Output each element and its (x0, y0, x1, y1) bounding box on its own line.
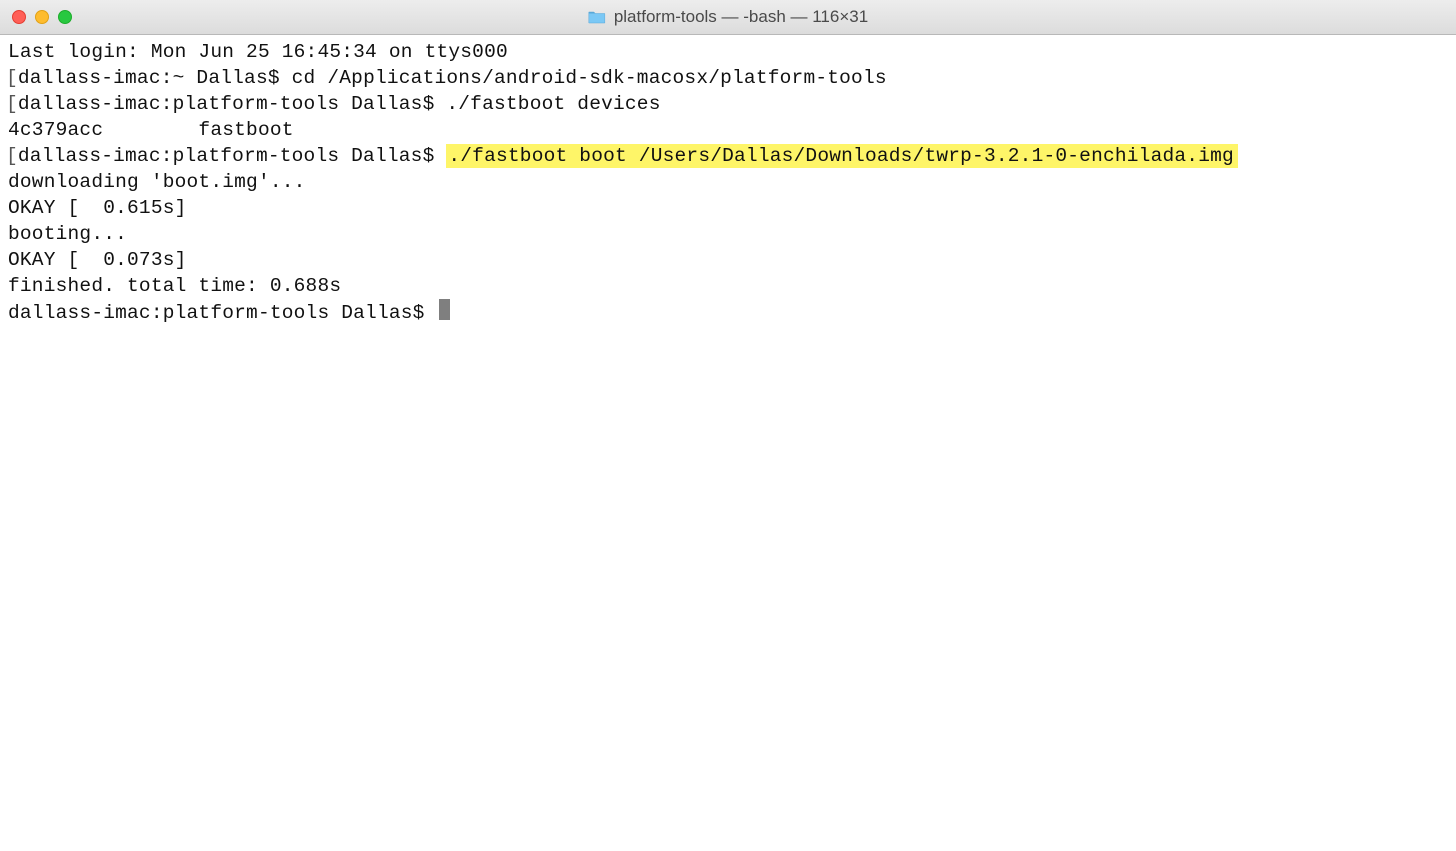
folder-icon (588, 10, 606, 24)
terminal-line: booting... (8, 221, 1448, 247)
window-title: platform-tools — -bash — 116×31 (588, 7, 868, 27)
cursor (439, 299, 450, 320)
close-button[interactable] (12, 10, 26, 24)
command: cd /Applications/android-sdk-macosx/plat… (292, 67, 887, 89)
prompt: dallass-imac:platform-tools Dallas$ (18, 145, 446, 167)
terminal-line: Last login: Mon Jun 25 16:45:34 on ttys0… (8, 39, 1448, 65)
window-titlebar: platform-tools — -bash — 116×31 (0, 0, 1456, 35)
terminal-line: dallass-imac:platform-tools Dallas$ ./fa… (8, 143, 1448, 169)
terminal-line: downloading 'boot.img'... (8, 169, 1448, 195)
traffic-lights (12, 10, 72, 24)
prompt: dallass-imac:~ Dallas$ (18, 67, 292, 89)
terminal-line: OKAY [ 0.615s] (8, 195, 1448, 221)
window-title-text: platform-tools — -bash — 116×31 (614, 7, 868, 27)
terminal-line: dallass-imac:platform-tools Dallas$ ./fa… (8, 91, 1448, 117)
highlighted-command: ./fastboot boot /Users/Dallas/Downloads/… (446, 144, 1238, 168)
maximize-button[interactable] (58, 10, 72, 24)
prompt: dallass-imac:platform-tools Dallas$ (8, 302, 436, 324)
terminal-line: OKAY [ 0.073s] (8, 247, 1448, 273)
command: ./fastboot devices (446, 93, 660, 115)
terminal-line: dallass-imac:~ Dallas$ cd /Applications/… (8, 65, 1448, 91)
prompt: dallass-imac:platform-tools Dallas$ (18, 93, 446, 115)
terminal-line: finished. total time: 0.688s (8, 273, 1448, 299)
terminal-content[interactable]: Last login: Mon Jun 25 16:45:34 on ttys0… (0, 35, 1456, 330)
terminal-line: 4c379acc fastboot (8, 117, 1448, 143)
terminal-line: dallass-imac:platform-tools Dallas$ (8, 299, 1448, 326)
minimize-button[interactable] (35, 10, 49, 24)
